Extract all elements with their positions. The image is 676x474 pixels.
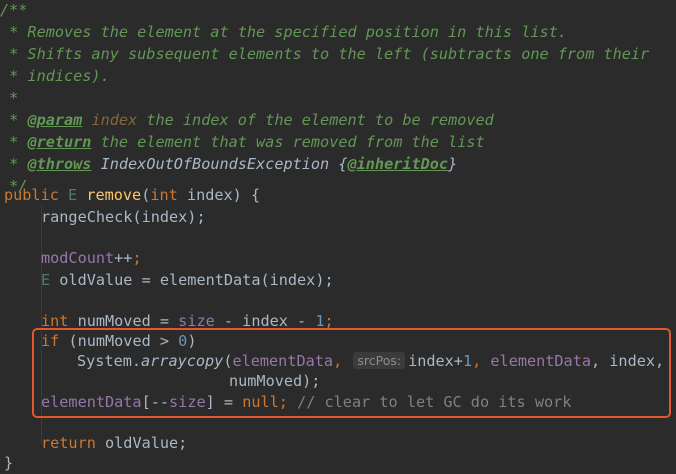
keyword-if: if [41, 332, 60, 350]
keyword-null: null [242, 393, 279, 411]
keyword-return: return [41, 434, 96, 452]
javadoc-line-3: * indices). [0, 65, 110, 87]
javadoc-param-tag: @param [27, 111, 83, 129]
type-e: E [41, 271, 51, 289]
if-condition: (numMoved > [59, 332, 179, 350]
keyword-int: int [150, 186, 178, 204]
field-element-data: elementData [232, 352, 334, 370]
javadoc-line-1: * Removes the element at the specified p… [0, 21, 567, 43]
range-check-call: rangeCheck(index); [41, 208, 206, 226]
javadoc-throws-tag: @throws [27, 155, 92, 173]
keyword-int: int [41, 312, 69, 330]
number-zero: 0 [178, 332, 188, 350]
comma: , [333, 352, 352, 370]
javadoc-open: /** [0, 0, 27, 21]
signature-rest: index) { [177, 186, 261, 204]
mod-count-line: modCount++; [41, 247, 142, 269]
javadoc-return-tag: @return [27, 133, 92, 151]
paren-close: ) [187, 332, 197, 350]
javadoc-line-4-text: * [0, 89, 19, 107]
return-value: oldValue; [95, 434, 188, 452]
index-plus: index+ [408, 352, 463, 370]
number-one: 1 [315, 312, 325, 330]
semicolon: ; [132, 249, 142, 267]
paren-open: ( [141, 186, 151, 204]
field-size: size [169, 393, 206, 411]
method-name-remove: remove [86, 186, 142, 204]
javadoc-line-2-text: * Shifts any subsequent elements to the … [0, 45, 650, 63]
closing-brace: } [4, 454, 14, 472]
arraycopy-line: System.arraycopy(elementData, srcPos: ind… [77, 350, 664, 372]
method-signature: public E remove(int index) { [4, 184, 260, 206]
num-moved-decl: numMoved = [68, 312, 179, 330]
javadoc-param-name: index [91, 111, 138, 129]
javadoc-line-3-text: * indices). [0, 67, 110, 85]
number-one: 1 [462, 352, 473, 370]
closing-brace-line: } [4, 452, 13, 474]
javadoc-star: * [0, 133, 28, 151]
javadoc-open-text: /** [0, 1, 28, 19]
num-moved-line: int numMoved = size - index - 1; [41, 310, 334, 332]
javadoc-inheritdoc-tag: @inheritDoc [347, 155, 449, 173]
comment-gc: // clear to let GC do its work [297, 393, 572, 411]
javadoc-throws-brace-close: } [448, 155, 458, 173]
javadoc-star: * [0, 111, 28, 129]
method-arraycopy: arraycopy [141, 352, 224, 370]
field-size: size [178, 312, 215, 330]
javadoc-line-4: * [0, 87, 18, 109]
old-value-assignment: oldValue = elementData(index); [50, 271, 334, 289]
parameter-hint-srcpos: srcPos: [353, 352, 406, 369]
javadoc-return-line: * @return the element that was removed f… [0, 131, 485, 153]
if-line: if (numMoved > 0) [41, 330, 196, 352]
field-element-data: elementData [490, 352, 591, 370]
comma: , [472, 352, 491, 370]
increment-operator: ++ [114, 249, 133, 267]
semicolon: ; [278, 393, 288, 411]
clear-line: elementData[--size] = null; // clear to … [41, 391, 571, 413]
index-arg: , index, [591, 352, 665, 370]
code-editor[interactable]: /** * Removes the element at the specifi… [0, 0, 676, 472]
javadoc-line-1-text: * Removes the element at the specified p… [0, 23, 567, 41]
javadoc-param-desc: the index of the element to be removed [137, 111, 494, 129]
javadoc-throws-line: * @throws IndexOutOfBoundsException {@in… [0, 153, 457, 175]
system-class: System. [77, 352, 142, 370]
arraycopy-continuation: numMoved); [229, 370, 320, 392]
minus-index-expr: - index - [214, 312, 316, 330]
keyword-public: public [4, 186, 59, 204]
semicolon: ; [324, 312, 334, 330]
num-moved-arg: numMoved); [229, 372, 321, 390]
javadoc-param-line: * @param index the index of the element … [0, 109, 494, 131]
old-value-line: E oldValue = elementData(index); [41, 269, 334, 291]
decrement-index-open: [-- [141, 393, 170, 411]
type-e: E [68, 186, 78, 204]
range-check-line: rangeCheck(index); [41, 206, 206, 228]
javadoc-throws-type: IndexOutOfBoundsException [100, 155, 330, 173]
javadoc-throws-brace-open: { [329, 155, 348, 173]
javadoc-star: * [0, 155, 28, 173]
field-element-data: elementData [41, 393, 142, 411]
return-line: return oldValue; [41, 432, 187, 454]
javadoc-line-2: * Shifts any subsequent elements to the … [0, 43, 649, 65]
field-mod-count: modCount [41, 249, 115, 267]
assign-operator: ] = [205, 393, 243, 411]
javadoc-return-desc: the element that was removed from the li… [91, 133, 485, 151]
